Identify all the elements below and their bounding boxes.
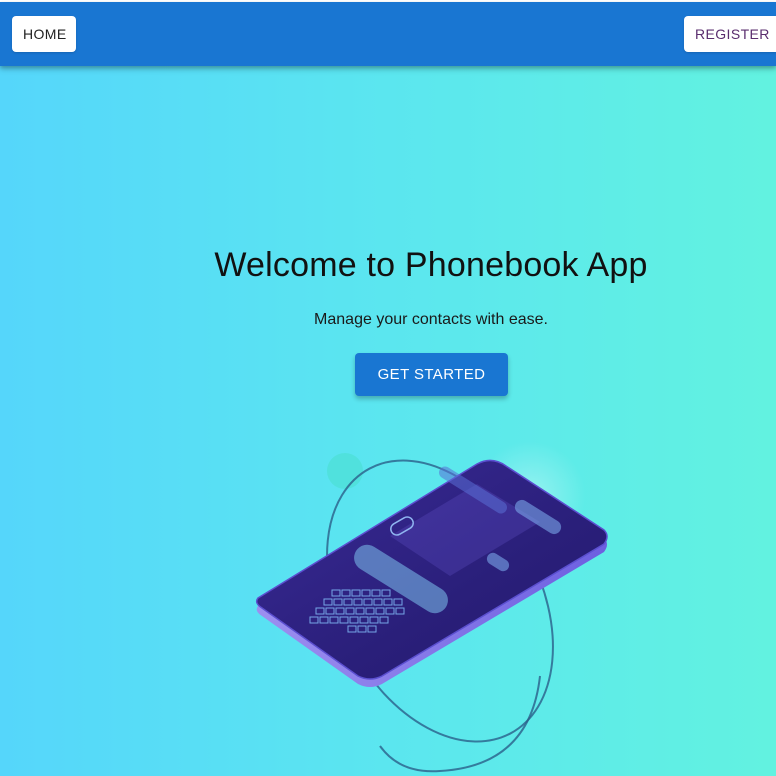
smartphone-illustration-icon [255,441,608,773]
orb-decoration [327,453,363,489]
page-subtitle: Manage your contacts with ease. [314,311,548,328]
register-button[interactable]: REGISTER [684,16,776,52]
page-title: Welcome to Phonebook App [214,246,648,284]
orbit-ring-front [379,675,541,773]
home-button[interactable]: HOME [12,16,76,52]
app-navbar: HOME REGISTER [0,2,776,66]
hero-section: Welcome to Phonebook App Manage your con… [0,66,776,776]
get-started-button[interactable]: GET STARTED [355,353,508,396]
